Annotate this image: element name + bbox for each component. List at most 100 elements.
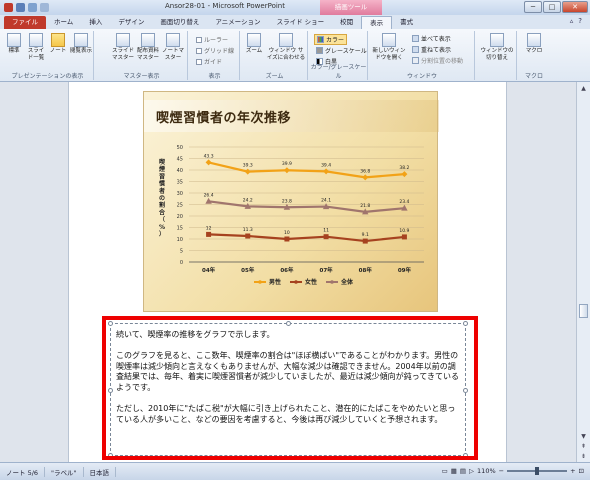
fit-slide-icon[interactable]: ⊡ — [579, 467, 584, 475]
tab-view[interactable]: 表示 — [361, 16, 393, 29]
highlight-frame — [102, 316, 478, 460]
notes-master-button[interactable]: ノートマスター — [162, 33, 184, 62]
tab-insert[interactable]: 挿入 — [81, 16, 110, 29]
macro-icon — [527, 33, 541, 47]
slide-master-icon — [116, 33, 130, 47]
tab-file[interactable]: ファイル — [4, 16, 46, 29]
close-button[interactable]: ✕ — [562, 1, 588, 13]
view-reading-icon[interactable]: ▤ — [460, 467, 466, 475]
scroll-thumb[interactable] — [579, 304, 588, 318]
zoom-slider-knob[interactable] — [535, 467, 540, 475]
data-point — [362, 238, 368, 244]
y-axis-label-char: 合 — [159, 208, 166, 216]
reading-view-button[interactable]: 閲覧表示 — [70, 33, 92, 55]
line-chart: 0 5 10 15 20 25 30 35 40 45 50 04年 05年 06年 07年 08年 09年 喫煙… — [158, 145, 424, 286]
data-point — [401, 171, 408, 178]
guides-checkbox[interactable]: ガイド — [196, 57, 222, 66]
scroll-up-icon[interactable]: ▲ — [579, 84, 588, 93]
data-label: 21.8 — [360, 203, 370, 209]
gridlines-checkbox[interactable]: グリッド線 — [196, 46, 234, 55]
view-slideshow-icon[interactable]: ▷ — [469, 467, 474, 475]
data-label: 38.2 — [399, 165, 409, 171]
cascade-button[interactable]: 重ねて表示 — [412, 45, 451, 54]
legend-label: 全体 — [340, 278, 354, 286]
x-tick-label: 08年 — [359, 266, 373, 274]
help-icon[interactable]: ? — [578, 17, 582, 25]
handout-master-button[interactable]: 配布資料マスター — [136, 33, 160, 62]
group-switch-window: ウィンドウの切り替え — [477, 31, 517, 80]
new-window-button[interactable]: 新しいウィンドウを開く — [372, 33, 406, 62]
previous-slide-icon[interactable]: ⇞ — [579, 442, 588, 451]
data-label: 26.4 — [204, 192, 214, 198]
checkbox-label: グリッド線 — [204, 48, 235, 55]
maximize-button[interactable]: □ — [543, 1, 561, 13]
normal-view-icon — [7, 33, 21, 47]
ribbon: 標準 スライド一覧 ノート 閲覧表示 プレゼンテーションの表示 スライドマスター… — [0, 29, 590, 82]
tab-format[interactable]: 書式 — [392, 16, 421, 29]
data-label: 39.4 — [321, 162, 331, 168]
zoom-in-icon[interactable]: + — [570, 467, 575, 475]
x-tick-label: 09年 — [398, 266, 412, 274]
tab-design[interactable]: デザイン — [110, 16, 152, 29]
window-title: Ansor28-01 - Microsoft PowerPoint — [165, 2, 285, 10]
group-label: マスター表示 — [123, 73, 160, 80]
zoom-level[interactable]: 110% — [477, 467, 496, 475]
view-sorter-icon[interactable]: ▦ — [451, 467, 457, 475]
group-presentation-view: 標準 スライド一覧 ノート 閲覧表示 プレゼンテーションの表示 — [2, 31, 94, 80]
macros-button[interactable]: マクロ — [523, 33, 545, 55]
quick-access-toolbar — [0, 3, 49, 12]
color-button[interactable]: カラー — [314, 34, 348, 45]
slide-thumbnail[interactable]: 喫煙習慣者の年次推移 0 5 10 15 20 25 30 35 40 45 50 04年 05年 06年… — [143, 91, 439, 312]
redo-icon[interactable] — [40, 3, 49, 12]
tab-slideshow[interactable]: スライド ショー — [269, 16, 333, 29]
scroll-down-icon[interactable]: ▼ — [579, 432, 588, 441]
next-slide-icon[interactable]: ⇟ — [579, 452, 588, 461]
normal-view-button[interactable]: 標準 — [4, 33, 24, 55]
zoom-control: ▭ ▦ ▤ ▷ 110% − + ⊡ — [442, 467, 584, 475]
data-label: 36.8 — [360, 168, 370, 174]
vertical-scrollbar[interactable]: ▲ ▼ ⇞ ⇟ — [576, 82, 590, 462]
y-tick-label: 45 — [177, 157, 183, 163]
y-tick-label: 5 — [180, 249, 183, 255]
undo-icon[interactable] — [28, 3, 37, 12]
grayscale-button[interactable]: グレースケール — [316, 46, 367, 55]
data-label: 10.9 — [399, 228, 409, 234]
zoom-out-icon[interactable]: − — [499, 467, 504, 475]
move-split-button[interactable]: 分割位置の移動 — [412, 56, 463, 65]
group-master-view: スライドマスター 配布資料マスター ノートマスター マスター表示 — [96, 31, 188, 80]
slide-master-button[interactable]: スライドマスター — [112, 33, 134, 62]
tab-animations[interactable]: アニメーション — [207, 16, 268, 29]
zoom-button[interactable]: ズーム — [244, 33, 264, 55]
group-label: ズーム — [265, 73, 284, 80]
data-point — [206, 231, 212, 237]
slide-sorter-button[interactable]: スライド一覧 — [26, 33, 46, 62]
group-label: カラー/グレースケール — [310, 64, 367, 80]
y-axis-label-char: 煙 — [159, 165, 165, 173]
slide-sorter-icon — [29, 33, 43, 47]
arrange-all-button[interactable]: 並べて表示 — [412, 34, 451, 43]
zoom-slider[interactable] — [507, 467, 568, 475]
tab-review[interactable]: 校閲 — [332, 16, 361, 29]
data-label: 24.1 — [321, 198, 331, 204]
data-label: 43.3 — [204, 153, 214, 159]
y-tick-label: 10 — [177, 237, 183, 243]
tab-transitions[interactable]: 画面切り替え — [152, 16, 207, 29]
save-icon[interactable] — [16, 3, 25, 12]
y-axis-label-char: （ — [159, 216, 165, 224]
checkbox-label: ルーラー — [204, 37, 229, 44]
y-axis-label-char: の — [159, 195, 165, 202]
ruler-checkbox[interactable]: ルーラー — [196, 35, 228, 44]
minimize-button[interactable]: ─ — [524, 1, 542, 13]
reading-view-icon — [74, 33, 88, 47]
minimize-ribbon-icon[interactable]: ▵ — [570, 17, 574, 25]
button-label: ノートマスター — [162, 48, 185, 61]
notes-page-button[interactable]: ノート — [48, 33, 68, 55]
status-theme: "ラベル" — [45, 466, 84, 477]
fit-to-window-button[interactable]: ウィンドウ サイズに合わせる — [266, 33, 306, 62]
button-label: 配布資料マスター — [136, 48, 159, 61]
color-icon — [317, 36, 324, 43]
group-label: マクロ — [524, 73, 543, 80]
tab-home[interactable]: ホーム — [46, 16, 81, 29]
view-normal-icon[interactable]: ▭ — [442, 467, 448, 475]
switch-windows-button[interactable]: ウィンドウの切り替え — [479, 33, 515, 62]
